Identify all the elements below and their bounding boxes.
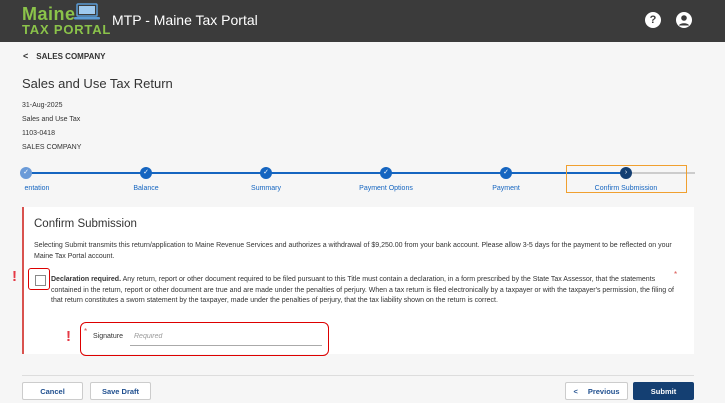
cancel-button[interactable]: Cancel <box>22 382 83 400</box>
declaration-heading: Declaration required. <box>51 276 122 283</box>
previous-button[interactable]: < Previous <box>565 382 628 400</box>
tax-type: Sales and Use Tax <box>22 116 81 123</box>
step-dot-2[interactable]: ✓ <box>140 167 152 179</box>
user-account-icon[interactable] <box>676 12 692 28</box>
user-silhouette <box>679 15 689 26</box>
company-name: SALES COMPANY <box>22 144 82 151</box>
stepper-track-complete <box>22 172 626 174</box>
step-label-3[interactable]: Summary <box>251 185 281 192</box>
step-label-4[interactable]: Payment Options <box>359 185 413 192</box>
declaration-checkbox[interactable] <box>35 275 46 286</box>
declaration-error-icon: ! <box>12 268 17 285</box>
app-title: MTP - Maine Tax Portal <box>112 12 258 28</box>
submission-notice: Selecting Submit transmits this return/a… <box>34 242 672 260</box>
step-dot-3[interactable]: ✓ <box>260 167 272 179</box>
chevron-left-icon: < <box>23 51 29 61</box>
breadcrumb[interactable]: < SALES COMPANY <box>23 51 105 61</box>
filing-date: 31-Aug-2025 <box>22 102 63 109</box>
declaration-text: Declaration required. Any return, report… <box>51 275 683 307</box>
chevron-left-icon: < <box>573 386 578 396</box>
step-dot-1[interactable]: ✓ <box>20 167 32 179</box>
step-label-5[interactable]: Payment <box>492 185 520 192</box>
help-icon[interactable]: ? <box>645 12 661 28</box>
footer-divider <box>22 375 694 376</box>
current-step-highlight <box>566 165 687 193</box>
step-dot-5[interactable]: ✓ <box>500 167 512 179</box>
account-id: 1103-0418 <box>22 130 55 137</box>
page-title: Sales and Use Tax Return <box>22 76 173 91</box>
breadcrumb-label: SALES COMPANY <box>36 52 106 61</box>
save-draft-button[interactable]: Save Draft <box>90 382 151 400</box>
declaration-required-star: * <box>674 270 678 279</box>
declaration-body: Any return, report or other document req… <box>51 276 674 304</box>
signature-required-star: * <box>84 327 88 336</box>
signature-label: Signature <box>93 333 123 340</box>
previous-label: Previous <box>587 386 620 396</box>
step-dot-4[interactable]: ✓ <box>380 167 392 179</box>
top-bar: Maine TAX PORTAL MTP - Maine Tax Portal … <box>0 0 725 42</box>
submit-button[interactable]: Submit <box>633 382 694 400</box>
signature-input[interactable] <box>130 328 322 346</box>
logo-tax-portal: TAX PORTAL <box>22 22 112 37</box>
signature-error-icon: ! <box>66 328 71 345</box>
step-label-1[interactable]: entation <box>25 185 50 192</box>
step-label-2[interactable]: Balance <box>133 185 158 192</box>
section-title: Confirm Submission <box>34 218 137 230</box>
laptop-icon <box>74 3 100 20</box>
